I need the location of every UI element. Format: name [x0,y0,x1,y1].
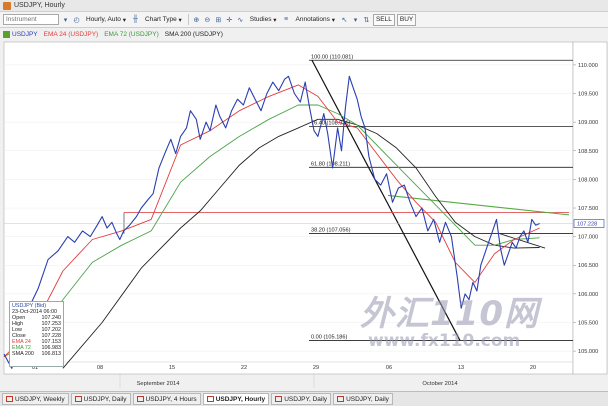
watermark-url: www.fx110.com [368,331,521,351]
chart-tab-label: USDJPY, Hourly [215,395,266,403]
legend-sma200[interactable]: SMA 200 (USDJPY) [165,31,223,38]
studies-icon: ∿ [237,16,244,24]
window-title: USDJPY, Hourly [14,2,65,9]
chart-tab[interactable]: USDJPY, Weekly [2,393,69,405]
fib-level-label: 100.00 (110.081) [311,54,353,60]
chart-tab-icon [74,396,82,402]
x-tick-label: 08 [97,365,103,371]
chart-window: USDJPY, Hourly ▾ ◴ Hourly, Auto ▾ ╫ Char… [0,0,608,406]
x-tick-label: 13 [458,365,464,371]
chart-type-label: Chart Type [145,16,177,23]
data-window-value: 106.813 [41,351,62,357]
x-tick-label: 15 [169,365,175,371]
chart-tab-label: USDJPY, Daily [284,395,328,403]
data-window-row: SMA 200 106.813 [12,351,61,357]
crosshair-icon[interactable]: ✛ [225,15,234,24]
fib-level-label: 0.00 (105.186) [311,334,348,340]
y-tick-label: 105.000 [578,349,598,355]
annotations-icon: ≡ [284,16,289,23]
y-tick-label: 105.500 [578,320,598,326]
x-tick-label: 22 [241,365,247,371]
y-tick-label: 106.000 [578,292,598,298]
chart-tab-label: USDJPY, Weekly [15,395,65,403]
studies-label: Studies [249,16,272,23]
chart-tab-label: USDJPY, Daily [83,395,127,403]
month-label: September 2014 [137,381,181,387]
data-window-key: SMA 200 [12,351,34,357]
month-label: October 2014 [422,381,458,387]
chart-tabs: USDJPY, Weekly USDJPY, Daily USDJPY, 4 Hou… [0,391,608,406]
chart-tab-icon [136,396,144,402]
chart-tab[interactable]: USDJPY, Hourly [202,393,270,405]
chart-tab-icon [206,396,214,402]
legend-symbol[interactable]: USDJPY [3,30,38,38]
x-tick-label: 29 [313,365,319,371]
fib-level-label: 38.20 (107.056) [311,227,351,233]
chart-tab-icon [337,396,345,402]
arrows-icon[interactable]: ⇅ [362,15,371,24]
annotations-dropdown[interactable]: Annotations ▾ [293,14,338,26]
annotations-label: Annotations [295,16,330,23]
instrument-input[interactable] [3,14,59,25]
y-tick-label: 108.500 [578,149,598,155]
zoom-in-icon[interactable]: ⊕ [192,15,201,24]
tool-dropdown-icon[interactable]: ▾ [351,15,360,24]
y-tick-label: 109.500 [578,92,598,98]
x-tick-label: 06 [386,365,392,371]
study-legend: USDJPY EMA 24 (USDJPY) EMA 72 (USDJPY) S… [0,29,608,40]
chart-type-dropdown[interactable]: Chart Type ▾ [142,14,185,26]
dropdown-arrow-icon[interactable]: ▾ [61,15,70,24]
y-tick-label: 108.000 [578,177,598,183]
timeframe-label: Hourly, Auto [86,16,121,23]
clock-icon: ◴ [73,16,80,24]
zoom-fit-icon[interactable]: ⊞ [214,15,223,24]
chart-tab-icon [6,396,13,402]
buy-button[interactable]: BUY [396,13,417,26]
chart-tab[interactable]: USDJPY, Daily [70,393,131,405]
chart-tab[interactable]: USDJPY, Daily [271,393,332,405]
chart-tab[interactable]: USDJPY, 4 Hours [132,393,201,405]
chart-tab[interactable]: USDJPY, Daily [333,393,393,405]
y-tick-label: 107.500 [578,206,598,212]
y-tick-label: 109.000 [578,120,598,126]
y-tick-label: 107.000 [578,235,598,241]
data-window: USDJPY (Bid) 23-Oct-2014 06:00 Open 107.2… [9,301,64,367]
zoom-out-icon[interactable]: ⊖ [203,15,212,24]
watermark-logo: 外汇110网 [360,294,539,334]
checkbox-icon [3,30,10,38]
legend-ema72[interactable]: EMA 72 (USDJPY) [104,31,159,38]
chart-tab-icon [275,396,283,402]
chart-window-icon [3,1,11,10]
current-price-label: 107.228 [577,222,597,228]
timeframe-dropdown[interactable]: Hourly, Auto ▾ [83,14,129,26]
sell-button[interactable]: SELL [372,13,395,26]
toolbar: ▾ ◴ Hourly, Auto ▾ ╫ Chart Type ▾ ⊕ ⊖ ⊞ … [0,12,608,28]
legend-ema24[interactable]: EMA 24 (USDJPY) [44,31,99,38]
cursor-icon[interactable]: ↖ [340,15,349,24]
title-bar: USDJPY, Hourly [0,0,608,12]
fib-level-label: 61.80 (108.211) [311,161,350,167]
chart-type-icon: ╫ [133,16,138,23]
studies-dropdown[interactable]: Studies ▾ [247,14,280,26]
chart-tab-label: USDJPY, Daily [346,395,389,403]
y-tick-label: 110.000 [578,63,598,69]
x-tick-label: 20 [530,365,536,371]
chart-tab-label: USDJPY, 4 Hours [145,395,197,403]
y-tick-label: 106.500 [578,263,598,269]
